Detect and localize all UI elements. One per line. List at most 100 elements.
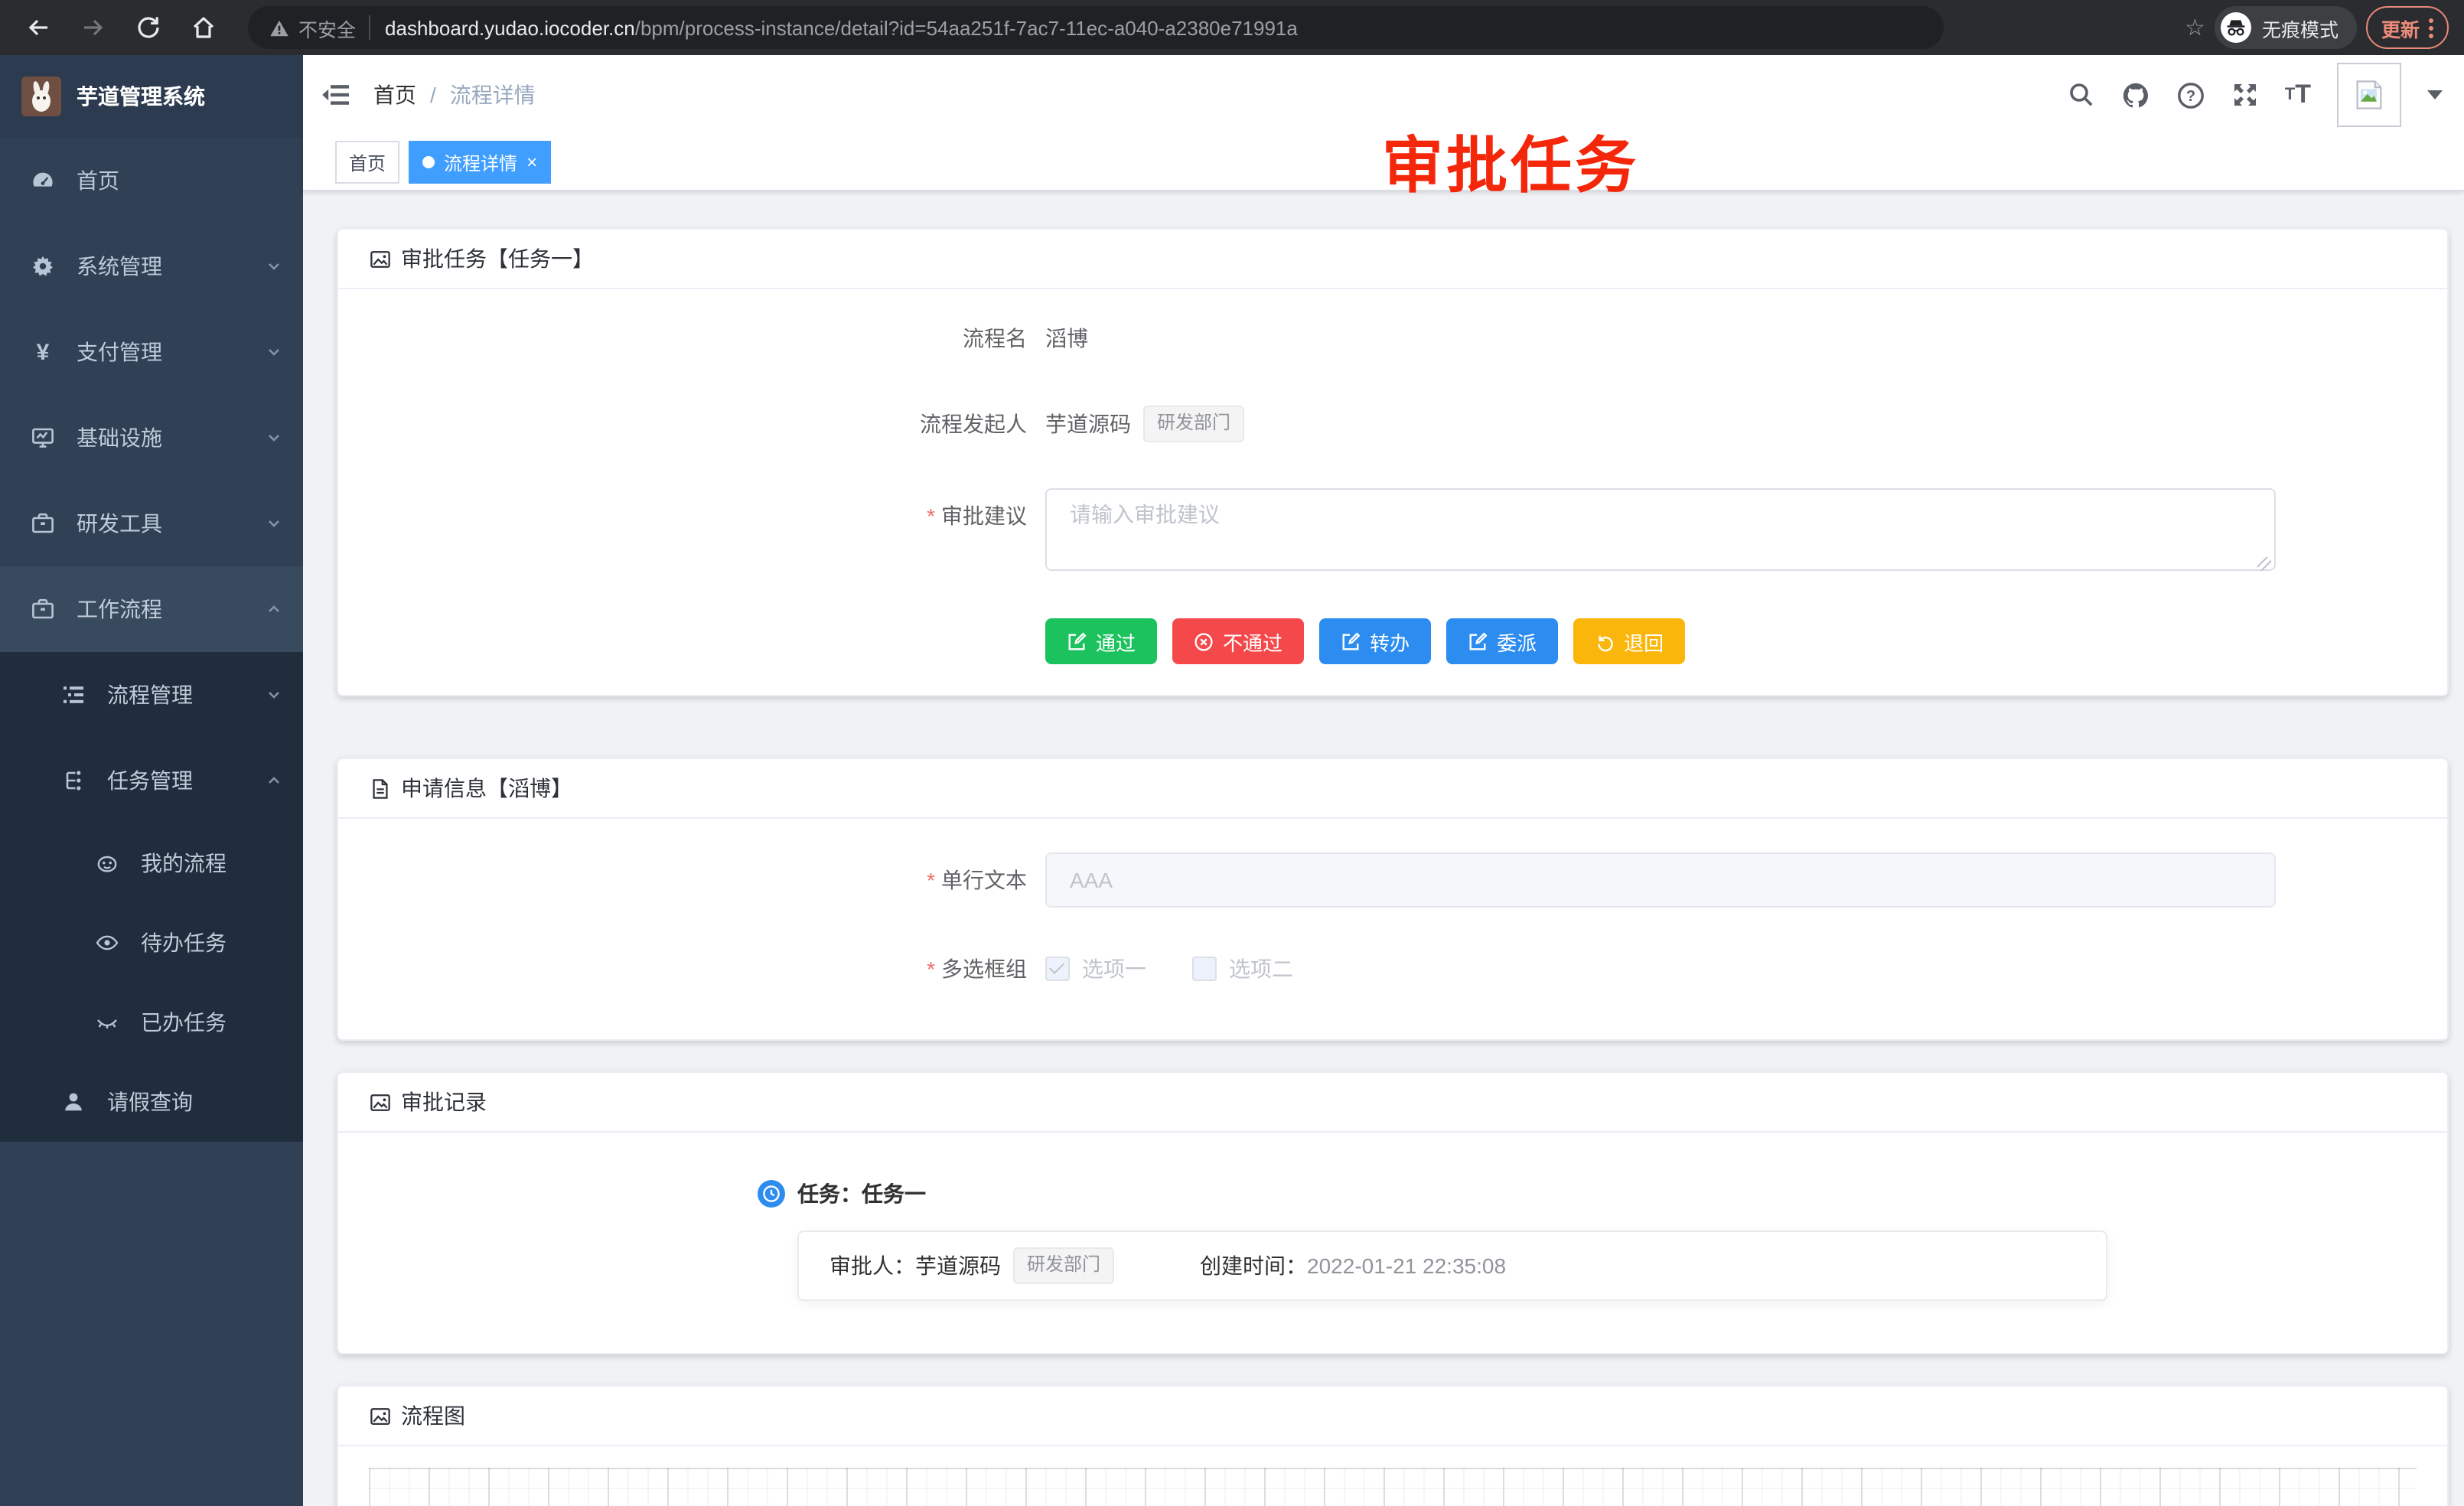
workflow-submenu: 流程管理 任务管理 我的流程 — [0, 652, 303, 1142]
monitor-icon — [31, 425, 55, 450]
font-size-button[interactable]: TT — [2285, 80, 2311, 110]
sidebar-item-leave-query[interactable]: 请假查询 — [0, 1062, 303, 1142]
picture-icon — [369, 1090, 392, 1113]
yen-icon: ¥ — [31, 340, 55, 364]
comment-textarea[interactable] — [1045, 488, 2276, 571]
sidebar-item-todo-tasks[interactable]: 待办任务 — [0, 903, 303, 983]
checkbox-label: 选项一 — [1082, 953, 1146, 984]
reject-button[interactable]: 不通过 — [1172, 618, 1304, 664]
delegate-button[interactable]: 委派 — [1446, 618, 1558, 664]
tag-label: 首页 — [349, 149, 386, 175]
approval-actions: 通过 不通过 转办 委 — [1045, 618, 2417, 664]
forward-button[interactable] — [70, 5, 116, 51]
sidebar-item-process-mgmt[interactable]: 流程管理 — [0, 652, 303, 738]
comment-row: *审批建议 — [369, 488, 2417, 579]
kebab-menu-icon[interactable] — [2429, 18, 2433, 37]
browser-toolbar: 不安全 dashboard.yudao.iocoder.cn/bpm/proce… — [0, 0, 2464, 55]
chevron-up-icon — [266, 773, 282, 788]
checkbox-checked-icon — [1045, 957, 1070, 981]
tag-label: 流程详情 — [444, 149, 517, 175]
approver-name: 芋道源码 — [915, 1250, 1001, 1281]
single-line-text-input — [1045, 852, 2276, 908]
security-label[interactable]: 不安全 — [298, 13, 356, 42]
dept-tag: 研发部门 — [1013, 1247, 1114, 1284]
checkbox-group-row: *多选框组 选项一 选项二 — [369, 953, 2417, 984]
chevron-down-icon — [266, 430, 282, 445]
button-label: 退回 — [1624, 627, 1664, 656]
application-info-card: 申请信息【滔博】 *单行文本 *多选框组 选项一 — [337, 758, 2449, 1041]
page-content: 审批任务【任务一】 流程名 滔博 流程发起人 芋道源码 研发部门 — [303, 191, 2464, 1506]
sidebar-item-infrastructure[interactable]: 基础设施 — [0, 395, 303, 481]
transfer-button[interactable]: 转办 — [1319, 618, 1431, 664]
text-field-row: *单行文本 — [369, 852, 2417, 908]
security-warning-icon — [269, 18, 289, 37]
home-button[interactable] — [181, 5, 227, 51]
breadcrumb: 首页 / 流程详情 — [373, 80, 536, 110]
app-header: 首页 / 流程详情 ? — [303, 55, 2464, 135]
avatar-dropdown-caret-icon[interactable] — [2427, 90, 2443, 99]
initiator-row: 流程发起人 芋道源码 研发部门 — [369, 396, 2417, 451]
approve-button[interactable]: 通过 — [1045, 618, 1157, 664]
return-button[interactable]: 退回 — [1573, 618, 1685, 664]
tag-home[interactable]: 首页 — [335, 141, 399, 184]
breadcrumb-home[interactable]: 首页 — [373, 80, 416, 110]
text-field-label: 单行文本 — [941, 868, 1027, 892]
card-title: 申请信息【滔博】 — [401, 773, 572, 804]
screen: 不安全 dashboard.yudao.iocoder.cn/bpm/proce… — [0, 0, 2464, 1506]
sidebar-item-label: 工作流程 — [77, 594, 162, 624]
chevron-down-icon — [266, 687, 282, 702]
card-title: 流程图 — [401, 1400, 465, 1431]
hamburger-icon — [321, 80, 352, 110]
tag-process-detail[interactable]: 流程详情 × — [409, 141, 551, 184]
reload-button[interactable] — [125, 5, 171, 51]
process-name-label: 流程名 — [369, 311, 1045, 366]
reload-icon — [135, 14, 162, 41]
textarea-resize-handle[interactable] — [2257, 557, 2271, 571]
sidebar-item-label: 系统管理 — [77, 251, 162, 282]
address-bar[interactable]: 不安全 dashboard.yudao.iocoder.cn/bpm/proce… — [248, 6, 1944, 49]
process-name-value: 滔博 — [1045, 311, 1088, 366]
sidebar-item-payment[interactable]: ¥ 支付管理 — [0, 309, 303, 395]
sidebar-item-label: 任务管理 — [107, 765, 193, 796]
sidebar: 芋道管理系统 首页 系统管理 ¥ 支付管理 — [0, 55, 303, 1506]
bookmark-star-icon[interactable]: ☆ — [2185, 14, 2205, 41]
tree-nodes-icon — [61, 768, 86, 793]
help-button[interactable]: ? — [2176, 80, 2205, 109]
url-text: dashboard.yudao.iocoder.cn/bpm/process-i… — [385, 16, 1298, 39]
sidebar-item-devtools[interactable]: 研发工具 — [0, 481, 303, 566]
tag-close-icon[interactable]: × — [526, 153, 537, 171]
search-button[interactable] — [2068, 81, 2095, 109]
app-logo-rabbit-image — [21, 77, 61, 116]
fullscreen-button[interactable] — [2231, 81, 2259, 109]
avatar[interactable] — [2337, 63, 2401, 127]
sidebar-item-label: 已办任务 — [141, 1007, 227, 1038]
briefcase-icon — [31, 511, 55, 536]
sidebar-item-label: 流程管理 — [107, 680, 193, 710]
question-circle-icon: ? — [2176, 80, 2205, 109]
update-button[interactable]: 更新 — [2366, 6, 2449, 49]
back-button[interactable] — [15, 5, 61, 51]
sidebar-item-my-process[interactable]: 我的流程 — [0, 823, 303, 903]
process-diagram-card-header: 流程图 — [338, 1387, 2447, 1446]
sidebar-item-home[interactable]: 首页 — [0, 138, 303, 223]
bpmn-canvas[interactable] — [369, 1468, 2417, 1506]
breadcrumb-current: 流程详情 — [450, 80, 536, 110]
sidebar-item-workflow[interactable]: 工作流程 — [0, 566, 303, 652]
github-button[interactable] — [2121, 80, 2150, 109]
edit-icon — [1067, 631, 1087, 651]
github-icon — [2121, 80, 2150, 109]
approval-record-card: 审批记录 任务：任务一 审批人： 芋道源码 研发部门 — [337, 1071, 2449, 1354]
card-title: 审批记录 — [401, 1087, 487, 1117]
hamburger-button[interactable] — [321, 80, 352, 110]
svg-text:?: ? — [2186, 87, 2195, 104]
home-icon — [190, 14, 217, 41]
circle-close-icon — [1194, 631, 1214, 651]
url-path: /bpm/process-instance/detail?id=54aa251f… — [635, 16, 1298, 39]
sidebar-item-system[interactable]: 系统管理 — [0, 223, 303, 309]
approver-label: 审批人： — [829, 1250, 915, 1281]
incognito-icon — [2221, 12, 2251, 43]
sidebar-item-task-mgmt[interactable]: 任务管理 — [0, 738, 303, 823]
incognito-label: 无痕模式 — [2262, 13, 2339, 42]
sidebar-item-done-tasks[interactable]: 已办任务 — [0, 983, 303, 1062]
approval-task-card: 审批任务【任务一】 流程名 滔博 流程发起人 芋道源码 研发部门 — [337, 228, 2449, 696]
